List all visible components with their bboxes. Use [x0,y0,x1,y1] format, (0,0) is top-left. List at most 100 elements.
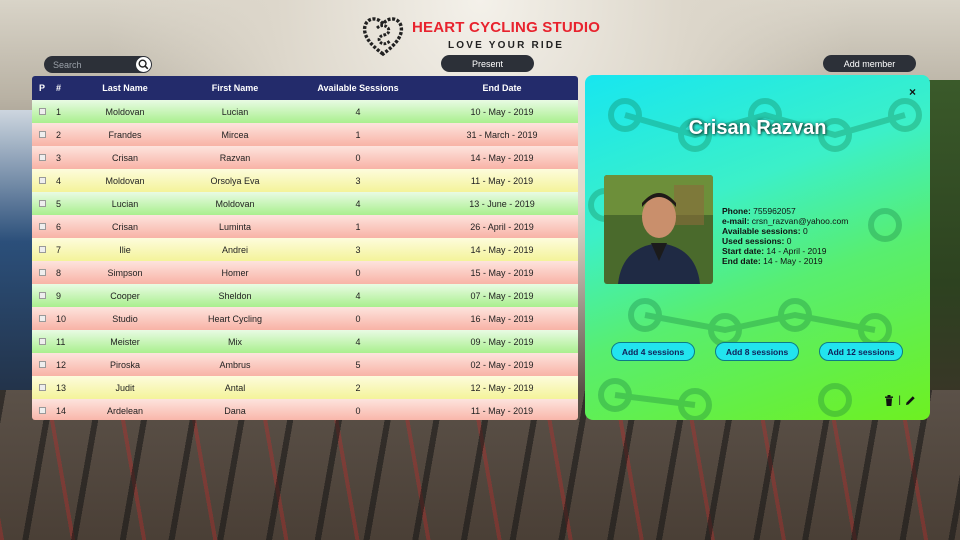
cell-last-name: Piroska [70,353,180,376]
column-header-available-sessions[interactable]: Available Sessions [290,76,426,100]
cell-first-name: Ambrus [180,353,290,376]
present-checkbox[interactable] [38,222,46,230]
table-row[interactable]: 6 Crisan Luminta 1 26 - April - 2019 [32,215,578,238]
cell-end-date: 02 - May - 2019 [426,353,578,376]
column-header-end-date[interactable]: End Date [426,76,578,100]
cell-available-sessions: 0 [290,399,426,420]
cell-available-sessions: 0 [290,146,426,169]
cell-present[interactable] [32,284,52,307]
add-8-sessions-button[interactable]: Add 8 sessions [715,342,799,361]
present-checkbox[interactable] [38,314,46,322]
member-info: Phone: 755962057 e-mail: crsn_razvan@yah… [722,206,848,266]
add-12-sessions-button[interactable]: Add 12 sessions [819,342,903,361]
present-checkbox[interactable] [38,406,46,414]
cell-present[interactable] [32,123,52,146]
background-right [928,80,960,420]
present-checkbox[interactable] [38,337,46,345]
present-checkbox[interactable] [38,291,46,299]
present-checkbox[interactable] [38,245,46,253]
close-card-button[interactable]: × [909,85,916,99]
table-row[interactable]: 9 Cooper Sheldon 4 07 - May - 2019 [32,284,578,307]
cell-end-date: 14 - May - 2019 [426,146,578,169]
present-checkbox[interactable] [38,130,46,138]
cell-present[interactable] [32,192,52,215]
add-member-button[interactable]: Add member [823,55,916,72]
cell-present[interactable] [32,261,52,284]
cell-available-sessions: 1 [290,215,426,238]
cell-present[interactable] [32,169,52,192]
table-row[interactable]: 13 Judit Antal 2 12 - May - 2019 [32,376,578,399]
actions-separator: | [898,395,901,406]
cell-number: 4 [52,169,70,192]
cell-present[interactable] [32,330,52,353]
search-input[interactable] [44,59,130,70]
trash-icon [885,395,894,406]
cell-present[interactable] [32,215,52,238]
member-used-sessions: Used sessions: 0 [722,236,792,246]
cell-available-sessions: 2 [290,376,426,399]
column-header-present[interactable]: P [32,76,52,100]
member-end-date: End date: 14 - May - 2019 [722,256,823,266]
cell-number: 3 [52,146,70,169]
cell-first-name: Heart Cycling [180,307,290,330]
cell-number: 1 [52,100,70,123]
column-header-number[interactable]: # [52,76,70,100]
cell-last-name: Crisan [70,215,180,238]
table-row[interactable]: 4 Moldovan Orsolya Eva 3 11 - May - 2019 [32,169,578,192]
present-checkbox[interactable] [38,107,46,115]
cell-first-name: Dana [180,399,290,420]
present-checkbox[interactable] [38,268,46,276]
cell-end-date: 10 - May - 2019 [426,100,578,123]
cell-present[interactable] [32,376,52,399]
column-header-last-name[interactable]: Last Name [70,76,180,100]
cell-present[interactable] [32,399,52,420]
cell-present[interactable] [32,100,52,123]
cell-last-name: Moldovan [70,169,180,192]
present-button[interactable]: Present [441,55,534,72]
table-row[interactable]: 2 Frandes Mircea 1 31 - March - 2019 [32,123,578,146]
pencil-icon [906,396,915,405]
cell-last-name: Ardelean [70,399,180,420]
add-4-sessions-button[interactable]: Add 4 sessions [611,342,695,361]
cell-available-sessions: 1 [290,123,426,146]
present-checkbox[interactable] [38,383,46,391]
cell-available-sessions: 0 [290,307,426,330]
cell-first-name: Antal [180,376,290,399]
table-row[interactable]: 14 Ardelean Dana 0 11 - May - 2019 [32,399,578,420]
present-checkbox[interactable] [38,199,46,207]
column-header-first-name[interactable]: First Name [180,76,290,100]
present-checkbox[interactable] [38,176,46,184]
table-row[interactable]: 10 Studio Heart Cycling 0 16 - May - 2019 [32,307,578,330]
cell-number: 7 [52,238,70,261]
cell-last-name: Studio [70,307,180,330]
members-table: P # Last Name First Name Available Sessi… [32,76,578,420]
table-row[interactable]: 12 Piroska Ambrus 5 02 - May - 2019 [32,353,578,376]
cell-available-sessions: 5 [290,353,426,376]
cell-last-name: Simpson [70,261,180,284]
search-icon[interactable] [136,57,151,72]
table-row[interactable]: 3 Crisan Razvan 0 14 - May - 2019 [32,146,578,169]
cell-first-name: Mircea [180,123,290,146]
cell-last-name: Ilie [70,238,180,261]
cell-present[interactable] [32,146,52,169]
cell-first-name: Andrei [180,238,290,261]
cell-available-sessions: 4 [290,284,426,307]
cell-present[interactable] [32,238,52,261]
member-start-date: Start date: 14 - April - 2019 [722,246,827,256]
delete-member-button[interactable] [884,395,894,406]
table-row[interactable]: 7 Ilie Andrei 3 14 - May - 2019 [32,238,578,261]
table-row[interactable]: 5 Lucian Moldovan 4 13 - June - 2019 [32,192,578,215]
brand-logo: HEART CYCLING STUDIO LOVE YOUR RIDE [360,12,610,58]
cell-last-name: Judit [70,376,180,399]
table-row[interactable]: 8 Simpson Homer 0 15 - May - 2019 [32,261,578,284]
present-checkbox[interactable] [38,153,46,161]
edit-member-button[interactable] [905,395,916,406]
present-checkbox[interactable] [38,360,46,368]
member-phone: Phone: 755962057 [722,206,796,216]
cell-end-date: 11 - May - 2019 [426,169,578,192]
table-row[interactable]: 1 Moldovan Lucian 4 10 - May - 2019 [32,100,578,123]
cell-present[interactable] [32,307,52,330]
table-row[interactable]: 11 Meister Mix 4 09 - May - 2019 [32,330,578,353]
cell-end-date: 14 - May - 2019 [426,238,578,261]
cell-present[interactable] [32,353,52,376]
